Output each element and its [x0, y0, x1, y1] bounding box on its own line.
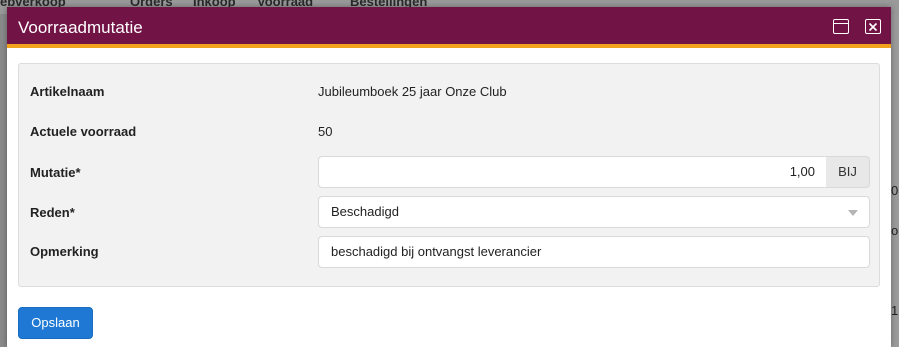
mutatie-direction-addon[interactable]: BIJ — [826, 156, 870, 188]
opmerking-input[interactable]: beschadigd bij ontvangst leverancier — [318, 236, 870, 268]
reden-label: Reden* — [30, 205, 75, 220]
bg-cell: o — [891, 223, 899, 238]
opmerking-label: Opmerking — [30, 244, 99, 259]
reden-select[interactable]: Beschadigd — [318, 196, 870, 228]
mutatie-label: Mutatie* — [30, 165, 81, 180]
background-table-edge: 0 o 1 — [891, 14, 899, 347]
artikelnaam-value: Jubileumboek 25 jaar Onze Club — [318, 84, 507, 99]
actuele-voorraad-label: Actuele voorraad — [30, 124, 137, 139]
form-panel: Artikelnaam Jubileumboek 25 jaar Onze Cl… — [18, 63, 880, 287]
actuele-voorraad-value: 50 — [318, 124, 333, 139]
dialog-title: Voorraadmutatie — [18, 18, 143, 37]
chevron-down-icon[interactable] — [848, 210, 858, 216]
mutatie-input[interactable]: 1,00 — [318, 156, 827, 188]
maximize-icon[interactable] — [833, 19, 849, 34]
stock-mutation-dialog: Voorraadmutatie Artikelnaam Jubileumboek… — [7, 7, 891, 347]
bg-cell: 0 — [891, 183, 899, 198]
dialog-titlebar[interactable]: Voorraadmutatie — [7, 7, 891, 48]
bg-cell: 1 — [891, 303, 899, 318]
artikelnaam-label: Artikelnaam — [30, 84, 105, 99]
close-icon[interactable] — [865, 19, 881, 34]
reden-selected-value: Beschadigd — [331, 204, 399, 219]
save-button[interactable]: Opslaan — [18, 307, 93, 339]
